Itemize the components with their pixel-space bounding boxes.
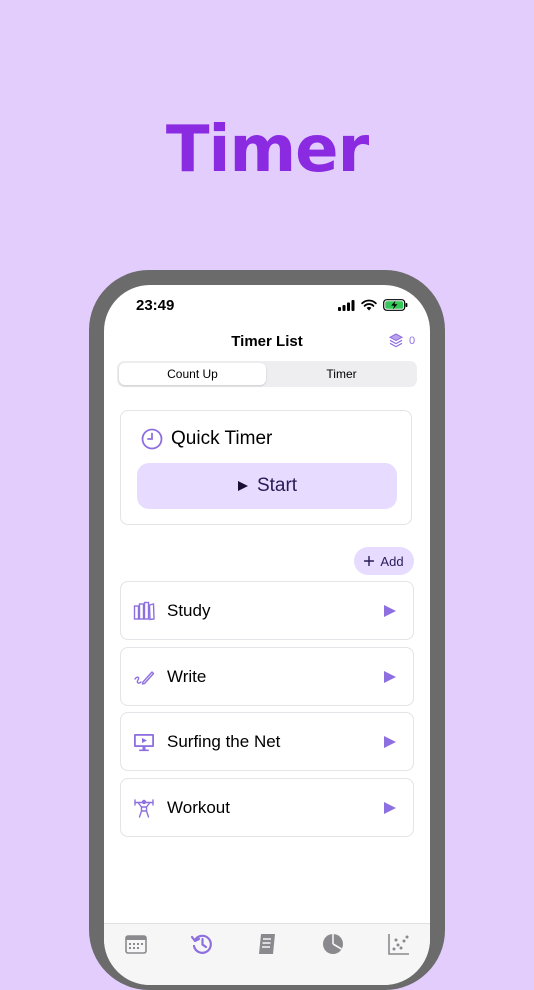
tab-bar <box>104 923 430 985</box>
add-label: Add <box>380 553 404 569</box>
status-time: 23:49 <box>136 297 175 314</box>
add-button[interactable]: Add <box>354 547 414 575</box>
phone-screen: 23:49 Timer List 0 Count Up Timer Quick … <box>104 285 430 985</box>
monitor-icon <box>134 734 154 752</box>
pen-icon <box>134 671 155 685</box>
signal-icon <box>338 299 355 311</box>
play-icon[interactable] <box>383 604 397 618</box>
weightlifter-icon <box>134 799 154 818</box>
play-icon[interactable] <box>383 670 397 684</box>
wifi-icon <box>361 299 377 311</box>
quick-timer-card: Quick Timer Start <box>120 410 412 525</box>
play-icon <box>237 481 248 491</box>
timer-item-label: Surfing the Net <box>167 731 281 751</box>
layers-button[interactable]: 0 <box>389 333 415 348</box>
tab-count-up[interactable]: Count Up <box>119 363 266 385</box>
battery-charging-icon <box>383 299 408 311</box>
scatter-chart-icon[interactable] <box>387 932 411 956</box>
layers-icon <box>389 333 403 348</box>
timer-item-write[interactable]: Write <box>120 647 414 706</box>
nav-title: Timer List <box>231 333 303 350</box>
start-button[interactable]: Start <box>137 463 397 509</box>
notes-icon[interactable] <box>256 932 280 956</box>
quick-timer-header: Quick Timer <box>141 428 272 450</box>
play-icon[interactable] <box>383 735 397 749</box>
quick-timer-title: Quick Timer <box>171 428 273 449</box>
timer-item-surfing-the-net[interactable]: Surfing the Net <box>120 712 414 771</box>
clock-icon <box>141 428 163 450</box>
calendar-icon[interactable] <box>124 932 148 956</box>
timer-item-study[interactable]: Study <box>120 581 414 640</box>
history-icon[interactable] <box>190 932 214 956</box>
timer-item-label: Study <box>167 600 211 620</box>
timer-item-label: Workout <box>167 797 230 817</box>
hero-title: Timer <box>165 113 369 187</box>
play-icon[interactable] <box>383 801 397 815</box>
segmented-control: Count Up Timer <box>117 361 417 387</box>
plus-icon <box>364 556 375 566</box>
timer-item-label: Write <box>167 666 207 686</box>
pie-chart-icon[interactable] <box>321 932 345 956</box>
layers-count: 0 <box>409 334 416 347</box>
status-icons <box>338 298 408 312</box>
timer-item-workout[interactable]: Workout <box>120 778 414 837</box>
start-label: Start <box>256 475 298 496</box>
books-icon <box>133 601 155 621</box>
tab-timer[interactable]: Timer <box>268 363 415 385</box>
